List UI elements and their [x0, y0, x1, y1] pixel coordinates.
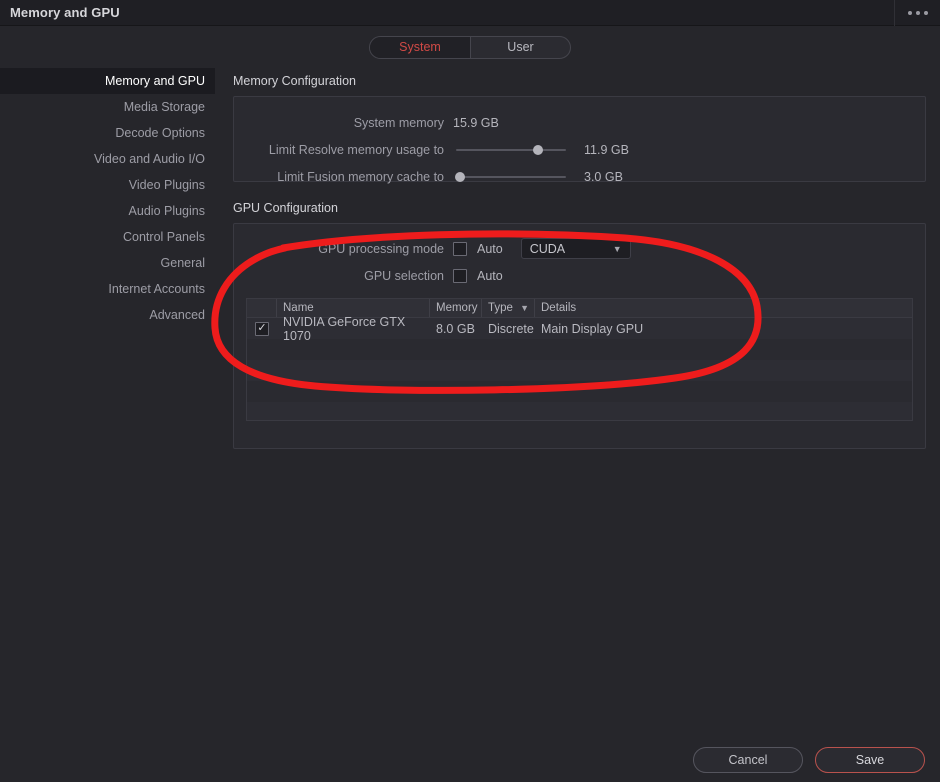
memory-configuration-panel: System memory 15.9 GB Limit Resolve memo… — [233, 96, 926, 184]
gpu-processing-mode-auto-label: Auto — [477, 241, 503, 256]
gpu-processing-mode-row: GPU processing mode Auto CUDA ▼ — [234, 235, 925, 262]
row-select-cell[interactable]: ✓ — [247, 318, 277, 339]
sidebar-item-memory-and-gpu[interactable]: Memory and GPU — [0, 68, 215, 94]
slider-track — [456, 175, 566, 178]
gpu-selection-label: GPU selection — [364, 268, 444, 283]
table-row-empty — [247, 381, 912, 402]
system-memory-label: System memory — [353, 115, 444, 130]
resolve-memory-limit-value: 11.9 GB — [584, 142, 629, 157]
fusion-memory-cache-label: Limit Fusion memory cache to — [277, 169, 444, 184]
gpu-selection-auto-checkbox[interactable] — [453, 268, 467, 283]
main-content: Memory Configuration System memory 15.9 … — [233, 68, 926, 738]
cancel-button[interactable]: Cancel — [693, 747, 803, 773]
column-header-type-label: Type — [488, 302, 513, 314]
chevron-down-icon: ▼ — [612, 243, 622, 254]
gpu-configuration-title: GPU Configuration — [233, 201, 338, 215]
slider-track — [456, 148, 566, 151]
tab-system[interactable]: System — [370, 36, 470, 58]
dot-3 — [923, 10, 928, 15]
gpu-selection-auto-label: Auto — [477, 268, 503, 283]
fusion-memory-cache-value: 3.0 GB — [584, 169, 623, 184]
window-titlebar: Memory and GPU — [0, 0, 940, 26]
tab-bar: System User — [0, 26, 940, 68]
dot-2 — [915, 10, 920, 15]
gpu-table: Name Memory Type ▼ Details ✓ NVIDIA GeFo… — [246, 298, 913, 421]
cell-name: NVIDIA GeForce GTX 1070 — [283, 314, 406, 343]
resolve-memory-limit-label: Limit Resolve memory usage to — [268, 142, 444, 157]
memory-configuration-title: Memory Configuration — [233, 74, 356, 88]
gpu-processing-mode-value: CUDA — [529, 241, 566, 256]
slider-knob[interactable] — [532, 144, 543, 155]
cell-type: Discrete — [488, 321, 534, 336]
dot-1 — [907, 10, 912, 15]
resolve-memory-limit-row: Limit Resolve memory usage to 11.9 GB — [234, 136, 925, 163]
table-row[interactable]: ✓ NVIDIA GeForce GTX 1070 8.0 GB Discret… — [247, 314, 912, 343]
gpu-processing-mode-label: GPU processing mode — [318, 241, 444, 256]
sidebar-item-decode-options[interactable]: Decode Options — [0, 120, 215, 146]
tab-user[interactable]: User — [470, 36, 570, 58]
dialog-footer: Cancel Save — [0, 738, 940, 782]
save-button[interactable]: Save — [815, 747, 925, 773]
system-memory-row: System memory 15.9 GB — [234, 109, 925, 136]
sidebar-item-internet-accounts[interactable]: Internet Accounts — [0, 276, 215, 302]
fusion-memory-cache-row: Limit Fusion memory cache to 3.0 GB — [234, 163, 925, 190]
gpu-configuration-panel: GPU processing mode Auto CUDA ▼ GPU sele… — [233, 223, 926, 449]
sidebar-item-audio-plugins[interactable]: Audio Plugins — [0, 198, 215, 224]
sidebar: Memory and GPU Media Storage Decode Opti… — [0, 68, 215, 782]
table-row-empty — [247, 402, 912, 420]
system-memory-value: 15.9 GB — [453, 115, 499, 130]
slider-knob[interactable] — [455, 171, 466, 182]
table-row-empty — [247, 360, 912, 381]
tab-group: System User — [369, 35, 571, 59]
ellipsis-horizontal-icon[interactable] — [895, 0, 940, 26]
column-header-memory[interactable]: Memory — [430, 299, 482, 317]
fusion-memory-slider[interactable] — [453, 170, 569, 184]
sidebar-item-general[interactable]: General — [0, 250, 215, 276]
column-header-details[interactable]: Details — [535, 299, 912, 317]
cell-memory: 8.0 GB — [436, 321, 475, 336]
page-title: Memory and GPU — [10, 5, 120, 20]
gpu-processing-mode-select[interactable]: CUDA ▼ — [520, 238, 631, 259]
gpu-processing-mode-auto-checkbox[interactable] — [453, 241, 467, 256]
column-header-type[interactable]: Type ▼ — [482, 299, 535, 317]
sidebar-item-media-storage[interactable]: Media Storage — [0, 94, 215, 120]
cell-details: Main Display GPU — [541, 321, 644, 336]
gpu-selection-row: GPU selection Auto — [234, 262, 925, 289]
chevron-down-icon: ▼ — [520, 303, 529, 313]
sidebar-item-control-panels[interactable]: Control Panels — [0, 224, 215, 250]
row-checkbox[interactable]: ✓ — [255, 321, 269, 336]
sidebar-item-video-and-audio-io[interactable]: Video and Audio I/O — [0, 146, 215, 172]
sidebar-item-advanced[interactable]: Advanced — [0, 302, 215, 328]
column-header-select[interactable] — [247, 299, 277, 317]
resolve-memory-slider[interactable] — [453, 143, 569, 157]
sidebar-item-video-plugins[interactable]: Video Plugins — [0, 172, 215, 198]
